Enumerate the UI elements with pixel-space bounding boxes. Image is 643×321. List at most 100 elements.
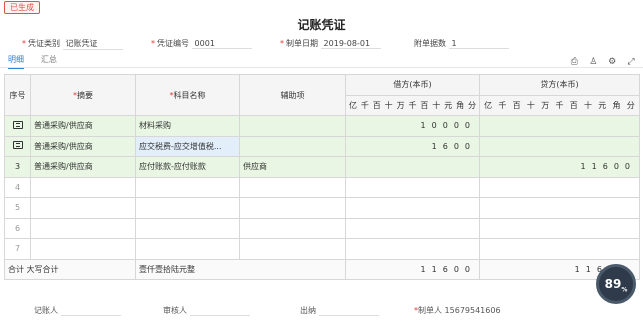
credit-cell[interactable] (479, 197, 640, 219)
voucher-type-value[interactable]: 记账凭证 (62, 38, 123, 50)
toolbar: ⎙ ♙ ⚙ ⤢ (564, 57, 637, 69)
digit-label: 千 (360, 100, 369, 110)
digit-label: 百 (420, 100, 429, 110)
row-menu-icon[interactable] (12, 141, 23, 150)
voucher-no-field[interactable]: * 凭证编号 0001 (151, 38, 252, 49)
table-row[interactable]: 6 (4, 217, 640, 239)
digit-label: 万 (396, 100, 405, 110)
summary-cell[interactable] (30, 217, 136, 239)
aux-cell[interactable] (239, 197, 346, 219)
digit-label: 百 (512, 100, 521, 110)
digit-label: 十 (432, 100, 441, 110)
summary-cell[interactable]: 普通采购/供应商 (30, 156, 136, 178)
aux-cell[interactable]: 供应商 (239, 156, 346, 178)
debit-digit-header: 亿千百十万千百十元角分 (345, 94, 480, 116)
account-cell[interactable]: 材料采购 (135, 115, 240, 137)
credit-cell[interactable] (479, 176, 640, 198)
aux-cell[interactable] (239, 238, 346, 260)
voucher-date-value[interactable]: 2019-08-01 (320, 39, 381, 49)
maker-value: 15679541606 (444, 306, 501, 315)
digit-label: 百 (569, 100, 578, 110)
digit-label: 元 (598, 100, 607, 110)
digit-label: 分 (468, 100, 477, 110)
credit-cell[interactable] (479, 238, 640, 260)
header-aux: 辅助项 (239, 74, 346, 116)
aux-cell[interactable] (239, 135, 346, 157)
aux-cell[interactable] (239, 217, 346, 239)
summary-cell[interactable] (30, 197, 136, 219)
header-debit: 借方(本币) (345, 74, 480, 96)
summary-cell[interactable]: 普通采购/供应商 (30, 135, 136, 157)
voucher-date-field[interactable]: * 制单日期 2019-08-01 (280, 38, 381, 49)
account-cell[interactable]: 应付账款-应付账款 (135, 156, 240, 178)
voucher-no-value[interactable]: 0001 (191, 39, 252, 49)
debit-cell[interactable] (345, 238, 480, 260)
attachment-count-label: 附单据数 (414, 39, 446, 48)
user-icon[interactable]: ♙ (587, 57, 599, 69)
account-cell[interactable] (135, 176, 240, 198)
tab-divider (0, 67, 643, 68)
summary-cell[interactable]: 普通采购/供应商 (30, 115, 136, 137)
row-seq: 7 (4, 238, 31, 260)
table-row[interactable]: 5 (4, 197, 640, 219)
voucher-no-label: 凭证编号 (157, 39, 189, 48)
print-icon[interactable]: ⎙ (568, 57, 580, 69)
summary-cell[interactable] (30, 238, 136, 260)
row-seq: 6 (4, 217, 31, 239)
total-upper: 壹仟壹拾陆元整 (135, 258, 346, 280)
debit-cell[interactable] (345, 197, 480, 219)
digit-label: 十 (384, 100, 393, 110)
credit-cell[interactable]: 11600 (479, 156, 640, 178)
debit-cell[interactable] (345, 176, 480, 198)
debit-cell[interactable] (345, 217, 480, 239)
header-summary: *摘要 (30, 74, 136, 116)
digit-label: 千 (408, 100, 417, 110)
account-cell[interactable] (135, 197, 240, 219)
digit-label: 角 (612, 100, 621, 110)
table-row[interactable]: 普通采购/供应商 材料采购 10000 (4, 115, 640, 137)
settings-icon[interactable]: ⚙ (606, 57, 618, 69)
progress-indicator[interactable]: 89% (596, 264, 636, 304)
table-row[interactable]: 普通采购/供应商 应交税费-应交增值税... 1600 (4, 135, 640, 157)
voucher-type-field[interactable]: * 凭证类别 记账凭证 (22, 38, 123, 50)
digit-label: 亿 (348, 100, 357, 110)
digit-label: 千 (555, 100, 564, 110)
cashier-field: 出纳 (300, 305, 379, 316)
debit-cell[interactable]: 10000 (345, 115, 480, 137)
attachment-count-value[interactable]: 1 (448, 39, 509, 49)
credit-cell[interactable] (479, 135, 640, 157)
voucher-table: 序号 *摘要 *科目名称 辅助项 借方(本币) 贷方(本币) 亿千百十万千百十元… (4, 74, 640, 280)
credit-cell[interactable] (479, 115, 640, 137)
credit-cell[interactable] (479, 217, 640, 239)
table-row[interactable]: 4 (4, 176, 640, 198)
account-cell[interactable] (135, 238, 240, 260)
debit-cell[interactable]: 1600 (345, 135, 480, 157)
maker-field: *制单人 15679541606 (414, 306, 501, 315)
aux-cell[interactable] (239, 176, 346, 198)
page-title: 记账凭证 (297, 18, 346, 32)
digit-label: 亿 (484, 100, 493, 110)
total-row: 合计 大写合计 壹仟壹拾陆元整 11600 1160 (4, 258, 640, 280)
total-debit: 11600 (345, 258, 480, 280)
expand-icon[interactable]: ⤢ (625, 57, 637, 69)
bookkeeper-field: 记账人 (34, 305, 121, 316)
voucher-date-label: 制单日期 (286, 39, 318, 48)
row-menu-icon[interactable] (12, 120, 23, 129)
debit-cell[interactable] (345, 156, 480, 178)
table-row[interactable]: 7 (4, 238, 640, 260)
auditor-field: 审核人 (163, 305, 250, 316)
attachment-count-field[interactable]: 附单据数 1 (414, 38, 509, 49)
row-seq: 3 (4, 156, 31, 178)
header-seq: 序号 (4, 74, 31, 116)
digit-label: 万 (541, 100, 550, 110)
aux-cell[interactable] (239, 115, 346, 137)
account-cell[interactable] (135, 217, 240, 239)
digit-label: 角 (456, 100, 465, 110)
table-row[interactable]: 3 普通采购/供应商 应付账款-应付账款 供应商 11600 (4, 156, 640, 178)
digit-label: 元 (444, 100, 453, 110)
summary-cell[interactable] (30, 176, 136, 198)
account-cell[interactable]: 应交税费-应交增值税... (135, 135, 240, 157)
total-label: 合计 大写合计 (4, 258, 136, 280)
status-badge: 已生成 (4, 1, 40, 14)
tab-summary[interactable]: 汇总 (41, 54, 57, 67)
